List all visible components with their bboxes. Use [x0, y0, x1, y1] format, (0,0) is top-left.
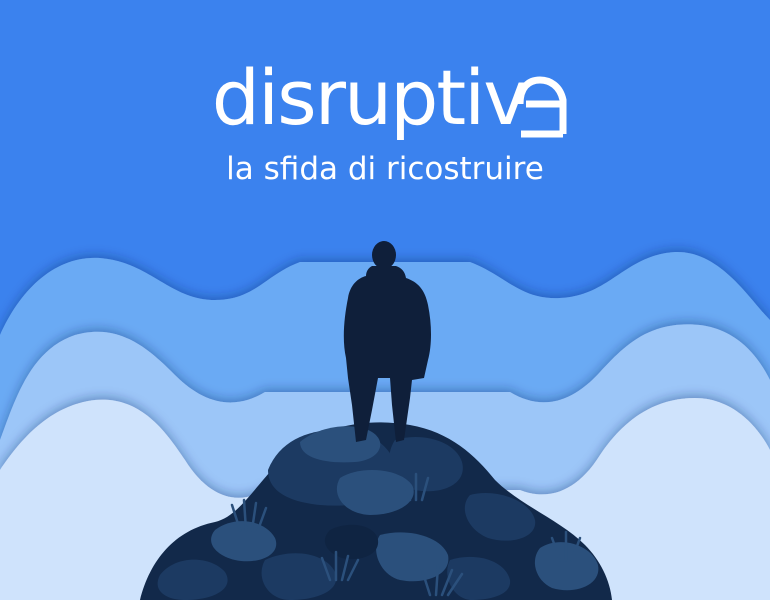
brand-title-text: disruptiv — [211, 53, 528, 142]
brand-subtitle: la sfida di ricostruire — [226, 151, 544, 187]
poster: disruptiv la sfida di ricostruire — [0, 0, 770, 600]
brand-title: disruptiv — [8, 60, 770, 136]
